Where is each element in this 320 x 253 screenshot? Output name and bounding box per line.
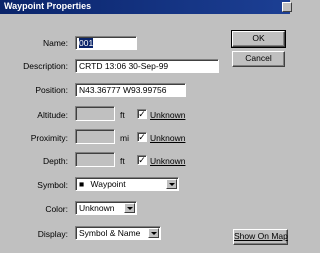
close-button[interactable] (282, 2, 292, 12)
cancel-button[interactable]: Cancel (232, 51, 285, 67)
symbol-selected: ■ Waypoint (79, 179, 126, 189)
title-bar: Waypoint Properties (0, 0, 292, 14)
color-label: Color: (45, 204, 68, 214)
name-value: 001 (79, 38, 94, 48)
name-label: Name: (42, 38, 68, 48)
proximity-label: Proximity: (30, 133, 68, 143)
proximity-unknown-checkbox[interactable]: ✓ (137, 132, 147, 142)
depth-unknown-checkbox[interactable]: ✓ (137, 155, 147, 165)
description-value: CRTD 13:06 30-Sep-99 (79, 61, 169, 71)
proximity-input[interactable] (75, 129, 115, 144)
altitude-label: Altitude: (37, 110, 68, 120)
altitude-input[interactable] (75, 106, 115, 121)
position-label: Position: (35, 85, 68, 95)
position-value: N43.36777 W93.99756 (79, 85, 167, 95)
show-on-map-label: Show On Map (234, 231, 288, 241)
color-value: Unknown (79, 203, 115, 213)
waypoint-properties-dialog: Waypoint Properties Name: 001 Descriptio… (0, 0, 292, 253)
dialog-title: Waypoint Properties (4, 1, 92, 11)
description-label: Description: (23, 61, 68, 71)
proximity-unit: mi (120, 133, 129, 143)
depth-input[interactable] (75, 152, 115, 167)
altitude-unit: ft (120, 110, 125, 120)
display-value: Symbol & Name (79, 228, 141, 238)
name-input[interactable]: 001 (75, 36, 137, 50)
depth-unit: ft (120, 156, 125, 166)
position-input[interactable]: N43.36777 W93.99756 (75, 83, 186, 97)
ok-button[interactable]: OK (231, 30, 286, 48)
proximity-unknown-label: Unknown (150, 133, 186, 143)
depth-label: Depth: (42, 156, 68, 166)
display-label: Display: (37, 229, 68, 239)
description-input[interactable]: CRTD 13:06 30-Sep-99 (75, 59, 219, 73)
altitude-unknown-label: Unknown (150, 110, 186, 120)
waypoint-symbol-icon: ■ (79, 179, 85, 189)
chevron-down-icon[interactable] (166, 179, 177, 189)
show-on-map-button[interactable]: Show On Map (233, 229, 288, 245)
symbol-dropdown[interactable]: ■ Waypoint (75, 177, 179, 191)
symbol-label: Symbol: (37, 180, 68, 190)
display-dropdown[interactable]: Symbol & Name (75, 226, 161, 240)
depth-unknown-label: Unknown (150, 156, 186, 166)
color-dropdown[interactable]: Unknown (75, 201, 137, 215)
symbol-value: Waypoint (90, 179, 126, 189)
chevron-down-icon[interactable] (148, 228, 159, 238)
altitude-unknown-checkbox[interactable]: ✓ (137, 109, 147, 119)
chevron-down-icon[interactable] (124, 203, 135, 213)
